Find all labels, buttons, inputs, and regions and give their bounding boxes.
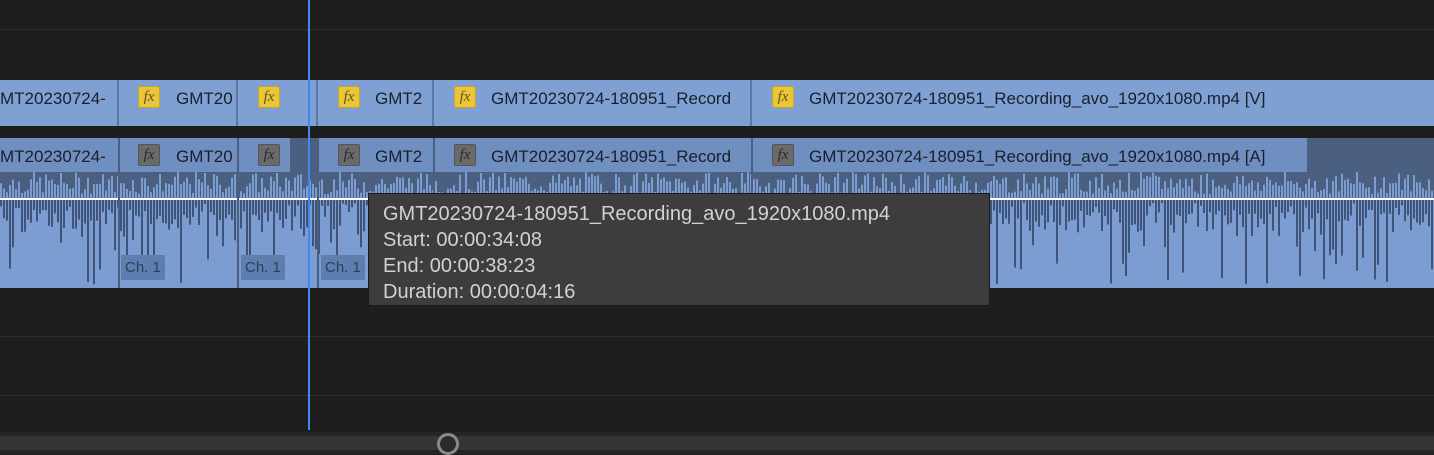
video-clip-name: GMT20230724-180951_Record <box>491 89 732 108</box>
fx-icon[interactable]: fx <box>772 86 794 108</box>
track-divider <box>0 395 1434 396</box>
channel-badge: Ch. 1 <box>321 255 365 280</box>
clip-info-tooltip: GMT20230724-180951_Recording_avo_1920x10… <box>368 193 990 306</box>
audio-clip-name: GMT20230724-180951_Recording_avo_1920x10… <box>809 147 1266 166</box>
audio-clip[interactable]: fx GMT20 <box>119 138 238 172</box>
audio-clip[interactable]: MT20230724- <box>0 138 119 172</box>
fx-icon[interactable]: fx <box>772 144 794 166</box>
clip-boundary <box>118 138 120 288</box>
fx-icon[interactable]: fx <box>138 144 160 166</box>
channel-badge: Ch. 1 <box>121 255 165 280</box>
tooltip-filename: GMT20230724-180951_Recording_avo_1920x10… <box>383 203 891 225</box>
video-clip[interactable]: fx GMT20230724-180951_Record <box>434 80 752 126</box>
audio-clip[interactable]: fx <box>238 138 290 172</box>
audio-clip-name: GMT2 <box>375 147 423 166</box>
playhead[interactable] <box>308 0 310 430</box>
video-clip-name: MT20230724- <box>0 89 106 108</box>
tooltip-start: Start: 00:00:34:08 <box>383 229 543 251</box>
fx-icon[interactable]: fx <box>454 86 476 108</box>
fx-icon[interactable]: fx <box>258 86 280 108</box>
audio-clip[interactable]: fx GMT20230724-180951_Record <box>434 138 752 172</box>
track-divider <box>0 29 1434 30</box>
channel-badge: Ch. 1 <box>241 255 285 280</box>
clip-boundary <box>317 138 319 288</box>
fx-icon[interactable]: fx <box>138 86 160 108</box>
video-clip[interactable]: fx GMT2 <box>318 80 434 126</box>
tooltip-duration: Duration: 00:00:04:16 <box>383 281 576 303</box>
fx-icon[interactable]: fx <box>338 86 360 108</box>
video-clip[interactable]: fx GMT20 <box>119 80 238 126</box>
audio-clip-name: MT20230724- <box>0 147 106 166</box>
fx-icon[interactable]: fx <box>338 144 360 166</box>
video-clip-name: GMT20230724-180951_Recording_avo_1920x10… <box>809 89 1266 108</box>
video-clip[interactable]: fx GMT20230724-180951_Recording_avo_1920… <box>752 80 1434 126</box>
video-clip[interactable]: MT20230724- <box>0 80 119 126</box>
zoom-handle-icon[interactable] <box>437 433 459 455</box>
video-clip-name: GMT2 <box>375 89 423 108</box>
audio-clip[interactable]: fx GMT2 <box>318 138 434 172</box>
audio-clip-name: GMT20 <box>176 147 233 166</box>
clip-boundary <box>237 138 239 288</box>
audio-clip[interactable]: fx GMT20230724-180951_Recording_avo_1920… <box>752 138 1307 172</box>
tooltip-end: End: 00:00:38:23 <box>383 255 536 277</box>
audio-clip-name: GMT20230724-180951_Record <box>491 147 732 166</box>
video-clip-name: GMT20 <box>176 89 233 108</box>
fx-icon[interactable]: fx <box>258 144 280 166</box>
track-divider <box>0 336 1434 337</box>
fx-icon[interactable]: fx <box>454 144 476 166</box>
video-clip[interactable]: fx <box>238 80 318 126</box>
scrollbar-thumb[interactable] <box>0 436 1434 450</box>
